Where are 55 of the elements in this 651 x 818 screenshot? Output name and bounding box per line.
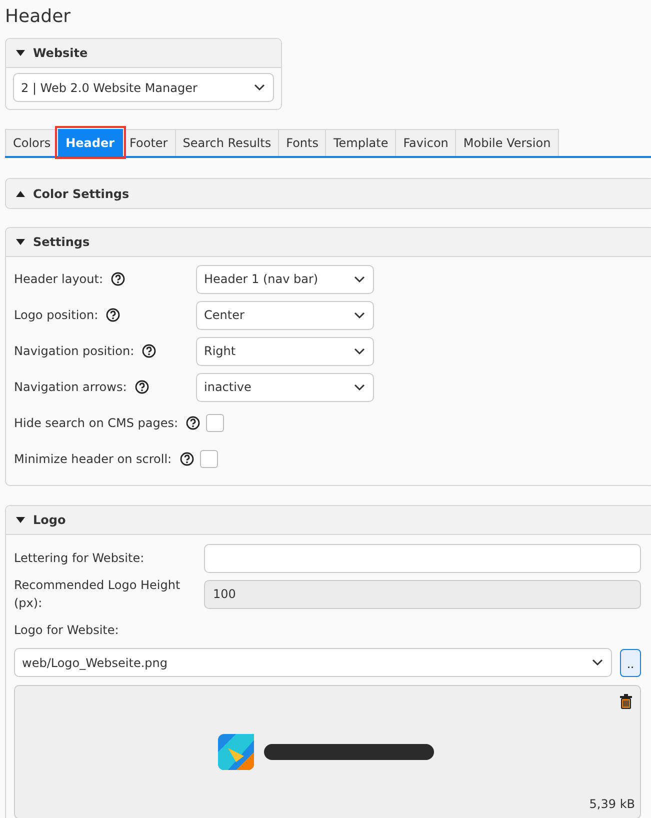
field-label: Logo for Website: — [14, 622, 119, 639]
help-icon[interactable] — [111, 272, 125, 286]
tab[interactable]: Header — [58, 129, 123, 156]
panel-title: Settings — [33, 234, 90, 251]
text-field: 100 — [204, 580, 641, 608]
help-icon[interactable] — [142, 344, 156, 358]
help-icon[interactable] — [134, 380, 149, 394]
panel-header[interactable]: Website — [6, 39, 281, 68]
trash-icon[interactable] — [620, 694, 632, 710]
chevron-down-icon — [354, 384, 365, 390]
panel-header[interactable]: Color Settings — [6, 179, 651, 208]
field-label: Logo position: — [14, 307, 98, 324]
file-size: 5,39 kB — [589, 796, 635, 813]
tab[interactable]: Template — [325, 129, 396, 156]
tab[interactable]: Colors — [5, 129, 59, 156]
chevron-down-icon — [354, 276, 365, 282]
panel-header[interactable]: Logo — [6, 506, 651, 535]
caret-icon[interactable] — [16, 190, 25, 196]
select-field[interactable]: 2 | Web 2.0 Website Manager — [13, 73, 274, 102]
help-icon[interactable] — [186, 416, 200, 430]
field-label: Lettering for Website: — [14, 550, 146, 567]
browse-button[interactable]: .. — [620, 648, 641, 676]
chevron-down-icon — [592, 659, 603, 666]
caret-icon[interactable] — [16, 50, 25, 56]
tab[interactable]: Mobile Version — [455, 129, 559, 156]
panel-title: Website — [33, 45, 88, 62]
field-label: Minimize header on scroll: — [14, 451, 172, 468]
select-field[interactable]: Center — [196, 300, 374, 330]
help-icon[interactable] — [106, 308, 120, 322]
field-label: Navigation arrows: — [14, 379, 127, 396]
select-field[interactable]: web/Logo_Webseite.png — [14, 648, 612, 677]
field-label: Navigation position: — [14, 343, 134, 360]
checkbox[interactable] — [206, 414, 224, 432]
select-field[interactable]: inactive — [196, 372, 374, 402]
help-icon[interactable] — [180, 452, 194, 466]
caret-icon[interactable] — [16, 517, 25, 523]
text-field[interactable] — [204, 544, 641, 572]
tab[interactable]: Search Results — [174, 129, 280, 156]
tab[interactable]: Footer — [122, 129, 176, 156]
panel-title: Color Settings — [33, 186, 130, 202]
field-label: Header layout: — [14, 271, 103, 288]
panel-header[interactable]: Settings — [6, 228, 651, 257]
tab[interactable]: Fonts — [278, 129, 326, 156]
chevron-down-icon — [254, 84, 265, 91]
chevron-down-icon — [354, 348, 365, 354]
checkbox[interactable] — [200, 450, 218, 468]
chevron-down-icon — [354, 312, 365, 318]
select-field[interactable]: Header 1 (nav bar) — [196, 264, 374, 294]
tab[interactable]: Favicon — [395, 129, 456, 156]
select-field[interactable]: Right — [196, 336, 374, 366]
field-label: Hide search on CMS pages: — [14, 415, 178, 432]
field-label: Recommended Logo Height (px): — [14, 577, 182, 612]
caret-icon[interactable] — [16, 239, 25, 245]
panel-title: Logo — [33, 512, 66, 529]
page-title: Header — [5, 5, 72, 29]
